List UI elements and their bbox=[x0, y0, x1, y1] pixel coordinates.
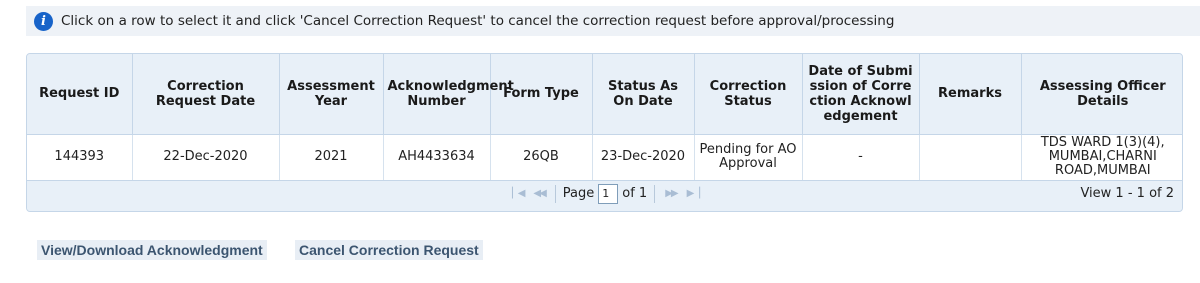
col-header-date-of-submission[interactable]: Date of Submission of Correction Acknowl… bbox=[802, 54, 920, 134]
grid-table: Request ID Correction Request Date Asses… bbox=[27, 54, 1182, 181]
last-page-icon[interactable]: ▶▕ bbox=[684, 188, 701, 199]
col-header-request-id[interactable]: Request ID bbox=[27, 54, 133, 134]
col-header-remarks[interactable]: Remarks bbox=[919, 54, 1022, 134]
cell-date-of-submission: - bbox=[802, 133, 920, 181]
pager-separator bbox=[654, 184, 656, 203]
cell-form-type: 26QB bbox=[490, 133, 593, 181]
page-of-label: of 1 bbox=[622, 186, 648, 201]
first-page-icon[interactable]: ▏◀ bbox=[509, 188, 526, 199]
col-header-assessing-officer[interactable]: Assessing Officer Details bbox=[1021, 54, 1182, 134]
info-text: Click on a row to select it and click 'C… bbox=[61, 13, 895, 29]
cell-correction-request-date: 22-Dec-2020 bbox=[132, 133, 280, 181]
col-header-correction-request-date[interactable]: Correction Request Date bbox=[132, 54, 280, 134]
pager-separator bbox=[554, 184, 556, 203]
correction-requests-grid: Request ID Correction Request Date Asses… bbox=[26, 53, 1183, 212]
col-header-form-type[interactable]: Form Type bbox=[490, 54, 593, 134]
pager-controls: ▏◀ ◀◀ Page of 1 ▶▶ ▶▕ bbox=[509, 183, 701, 204]
cell-acknowledgment-number: AH4433634 bbox=[383, 133, 491, 181]
cancel-correction-request-button[interactable]: Cancel Correction Request bbox=[295, 240, 483, 260]
grid-header-row: Request ID Correction Request Date Asses… bbox=[27, 54, 1182, 134]
prev-page-icon[interactable]: ◀◀ bbox=[530, 188, 547, 199]
cell-remarks bbox=[919, 133, 1022, 181]
col-header-assessment-year[interactable]: Assessment Year bbox=[279, 54, 384, 134]
col-header-correction-status[interactable]: Correction Status bbox=[694, 54, 803, 134]
view-download-acknowledgment-button[interactable]: View/Download Acknowledgment bbox=[37, 240, 267, 260]
grid-pager: ▏◀ ◀◀ Page of 1 ▶▶ ▶▕ View 1 - 1 of 2 bbox=[27, 180, 1182, 211]
next-page-icon[interactable]: ▶▶ bbox=[662, 188, 679, 199]
cell-status-as-on-date: 23-Dec-2020 bbox=[592, 133, 695, 181]
col-header-acknowledgment-number[interactable]: Acknowledgment Number bbox=[383, 54, 514, 134]
page-label: Page bbox=[562, 186, 595, 201]
cell-request-id: 144393 bbox=[27, 133, 133, 181]
table-row[interactable]: 144393 22-Dec-2020 2021 AH4433634 26QB 2… bbox=[27, 133, 1182, 181]
page-number-input[interactable] bbox=[598, 183, 619, 204]
info-bar: i Click on a row to select it and click … bbox=[26, 6, 1200, 36]
col-header-status-as-on-date[interactable]: Status As On Date bbox=[592, 54, 695, 134]
cell-assessing-officer: TDS WARD 1(3)(4), MUMBAI,CHARNI ROAD,MUM… bbox=[1021, 133, 1182, 181]
view-records-text: View 1 - 1 of 2 bbox=[1080, 185, 1174, 201]
info-icon: i bbox=[34, 11, 53, 31]
cell-assessment-year: 2021 bbox=[279, 133, 384, 181]
cell-correction-status: Pending for AO Approval bbox=[694, 133, 803, 181]
